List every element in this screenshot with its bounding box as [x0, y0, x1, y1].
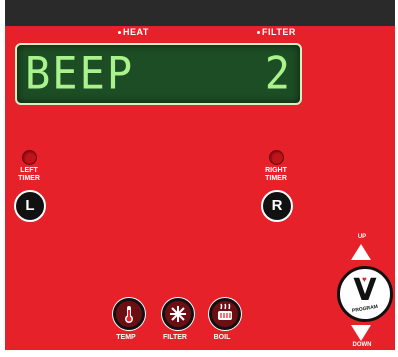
- display-right-text: 2: [264, 47, 292, 100]
- heat-indicator: HEAT: [118, 27, 149, 37]
- top-bar: [5, 0, 395, 26]
- heart-icon: ♥: [362, 275, 367, 284]
- filter-indicator: FILTER: [257, 27, 296, 37]
- heat-label: HEAT: [123, 27, 149, 37]
- program-control: UP V ♥ PROGRAM DOWN: [335, 230, 395, 350]
- boil-button[interactable]: [209, 298, 241, 330]
- boil-icon: [218, 303, 232, 320]
- filter-func-label: FILTER: [163, 334, 187, 341]
- filter-indicator-dot: [257, 31, 260, 35]
- right-timer-label-line1: RIGHT: [265, 167, 287, 174]
- down-arrow-icon[interactable]: [351, 325, 371, 341]
- down-label: DOWN: [352, 342, 372, 348]
- left-timer-button[interactable]: L: [14, 190, 46, 222]
- left-timer-label-line1: LEFT: [20, 167, 38, 174]
- temp-button[interactable]: [113, 298, 145, 330]
- right-timer-label: RIGHT TIMER: [255, 167, 297, 183]
- left-timer-led: [22, 150, 37, 165]
- right-timer-label-line2: TIMER: [265, 175, 287, 182]
- up-arrow-icon[interactable]: [351, 244, 371, 260]
- left-timer-label: LEFT TIMER: [10, 167, 48, 183]
- program-button[interactable]: V ♥ PROGRAM: [337, 266, 393, 322]
- display-left-text: BEEP: [25, 47, 135, 100]
- right-timer-button[interactable]: R: [261, 190, 293, 222]
- filter-icon: [170, 306, 186, 322]
- filter-label: FILTER: [262, 27, 296, 37]
- up-label: UP: [357, 234, 367, 240]
- heat-indicator-dot: [118, 31, 121, 35]
- filter-button[interactable]: [162, 298, 194, 330]
- temp-label: TEMP: [116, 334, 136, 341]
- right-timer-led: [269, 150, 284, 165]
- boil-label: BOIL: [213, 334, 231, 341]
- left-timer-label-line2: TIMER: [18, 175, 40, 182]
- thermometer-icon: [125, 306, 133, 323]
- lcd-display: BEEP 2: [15, 43, 302, 105]
- control-panel: HEAT FILTER BEEP 2 LEFT TIMER L RIGHT TI…: [5, 0, 395, 350]
